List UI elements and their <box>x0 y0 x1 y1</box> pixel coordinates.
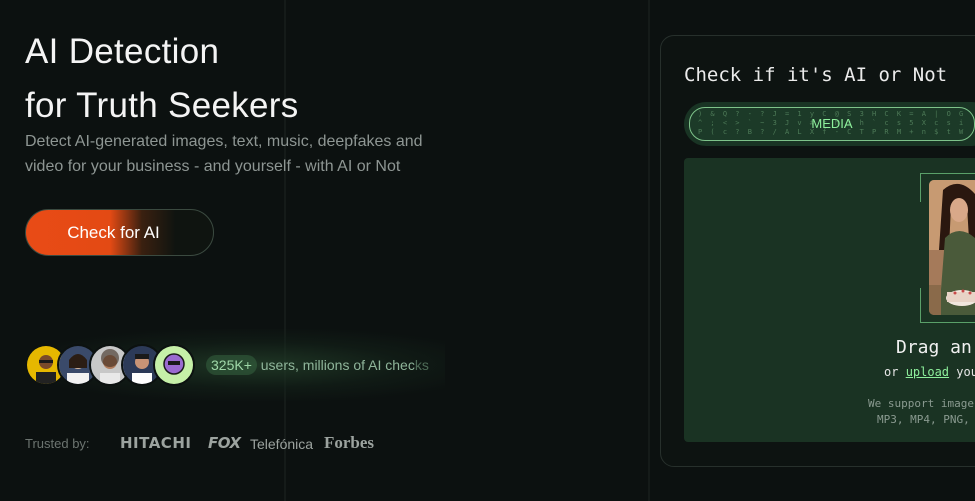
support-line-2: MP3, MP4, PNG, <box>877 413 970 426</box>
upload-link[interactable]: upload <box>906 365 949 379</box>
upload-suffix: you <box>956 365 975 379</box>
title-line-2: for Truth Seekers <box>25 86 299 125</box>
media-tab-bar: ) & Q ? - ? J = 1 y C @ S 3 H C K = A | … <box>684 102 975 146</box>
upload-line: or upload you <box>884 365 975 379</box>
users-count-label-fade: ks <box>414 357 429 373</box>
checker-title: Check if it's AI or Not <box>684 64 948 86</box>
fox-logo: FOX <box>208 434 241 452</box>
tab-media-label: MEDIA <box>811 116 853 131</box>
page-title: AI Detection for Truth Seekers <box>25 25 299 133</box>
users-count-text: 325K+ users, millions of AI checks <box>206 355 429 375</box>
ai-checker-card: Check if it's AI or Not ) & Q ? - ? J = … <box>660 35 975 467</box>
social-proof: 325K+ users, millions of AI checks <box>25 329 445 401</box>
hero-subtitle: Detect AI-generated images, text, music,… <box>25 133 423 175</box>
supported-formats-text: We support image MP3, MP4, PNG, <box>868 396 974 428</box>
users-count-badge: 325K+ <box>206 355 257 375</box>
file-drop-zone[interactable]: Drag an or upload you We support image M… <box>684 158 975 442</box>
check-for-ai-button[interactable]: Check for AI <box>25 209 214 256</box>
support-line-1: We support image <box>868 397 974 410</box>
trusted-by-label: Trusted by: <box>25 436 90 451</box>
drag-drop-text: Drag an <box>896 337 972 358</box>
upload-prefix: or <box>884 365 906 379</box>
tab-media[interactable]: ) & Q ? - ? J = 1 y C @ S 3 H C K = A | … <box>689 107 975 141</box>
sample-image-preview <box>929 180 975 315</box>
telefonica-logo: Telefónica <box>250 436 314 452</box>
users-count-label: users, millions of AI chec <box>256 357 415 373</box>
hitachi-logo: HITACHI <box>120 434 192 452</box>
title-line-1: AI Detection <box>25 32 220 71</box>
avatar <box>153 344 195 386</box>
divider-line-right <box>648 0 650 501</box>
forbes-logo: Forbes <box>324 433 375 452</box>
